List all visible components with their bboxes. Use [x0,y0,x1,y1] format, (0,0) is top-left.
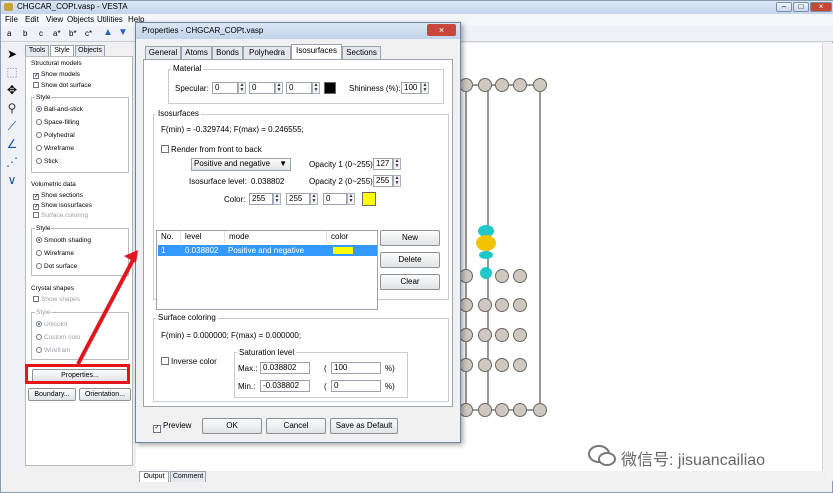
wechat-watermark: 微信号: jisuancailiao [583,443,813,469]
wechat-logo-icon [588,445,616,466]
watermark-text: 微信号: jisuancailiao [621,452,766,469]
annotation-arrow [76,250,138,365]
